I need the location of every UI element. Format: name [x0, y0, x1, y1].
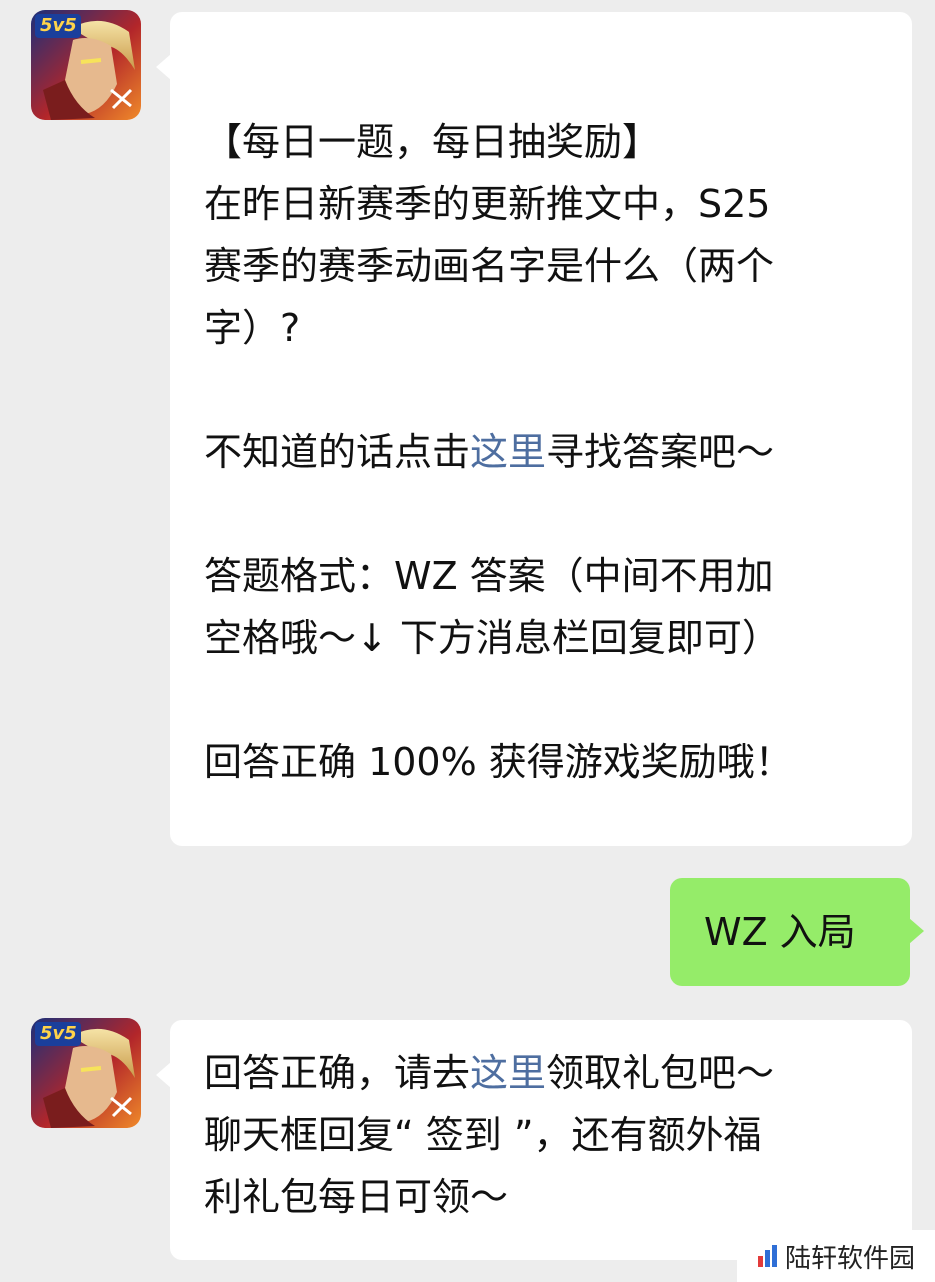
message-line: 空格哦～↓ 下方消息栏回复即可）	[204, 616, 780, 660]
message-line: 【每日一题，每日抽奖励】	[204, 120, 661, 164]
message-text: 回答正确，请去	[204, 1051, 471, 1095]
empty-line	[204, 359, 892, 421]
message-text: 领取礼包吧～	[546, 1051, 775, 1095]
message-line: 赛季的赛季动画名字是什么（两个	[204, 244, 775, 288]
empty-line	[204, 669, 892, 731]
sender-avatar[interactable]: 5v5	[31, 10, 141, 120]
message-line: 字）?	[204, 306, 301, 350]
message-line: 在昨日新赛季的更新推文中，S25	[204, 182, 771, 226]
message-line: 利礼包每日可领～	[204, 1175, 509, 1219]
avatar-badge: 5v5	[40, 1023, 77, 1044]
watermark-text: 陆轩软件园	[784, 1243, 915, 1274]
avatar-badge: 5v5	[40, 15, 77, 36]
sender-avatar[interactable]: 5v5	[31, 1018, 141, 1128]
message-line: 回答正确，请去这里领取礼包吧～	[204, 1042, 892, 1104]
message-text: 寻找答案吧～	[546, 430, 775, 474]
message-line: 聊天框回复“ 签到 ”，还有额外福	[204, 1113, 762, 1157]
answer-link[interactable]: 这里	[470, 430, 546, 474]
message-bubble-answer[interactable]: WZ 入局	[670, 878, 924, 986]
message-bubble-question[interactable]: 【每日一题，每日抽奖励】 在昨日新赛季的更新推文中，S25 赛季的赛季动画名字是…	[156, 12, 912, 846]
message-line: WZ 入局	[704, 910, 856, 954]
empty-line	[204, 483, 892, 545]
message-line: 答题格式：WZ 答案（中间不用加	[204, 554, 774, 598]
message-bubble-reply[interactable]: 回答正确，请去这里领取礼包吧～ 聊天框回复“ 签到 ”，还有额外福 利礼包每日可…	[156, 1020, 912, 1260]
gift-link[interactable]: 这里	[470, 1051, 546, 1095]
message-line: 不知道的话点击这里寻找答案吧～	[204, 421, 892, 483]
watermark-logo-icon	[757, 1245, 777, 1267]
watermark: 陆轩软件园	[737, 1230, 935, 1282]
message-line: 回答正确 100% 获得游戏奖励哦！	[204, 740, 793, 784]
message-text: 不知道的话点击	[204, 430, 471, 474]
